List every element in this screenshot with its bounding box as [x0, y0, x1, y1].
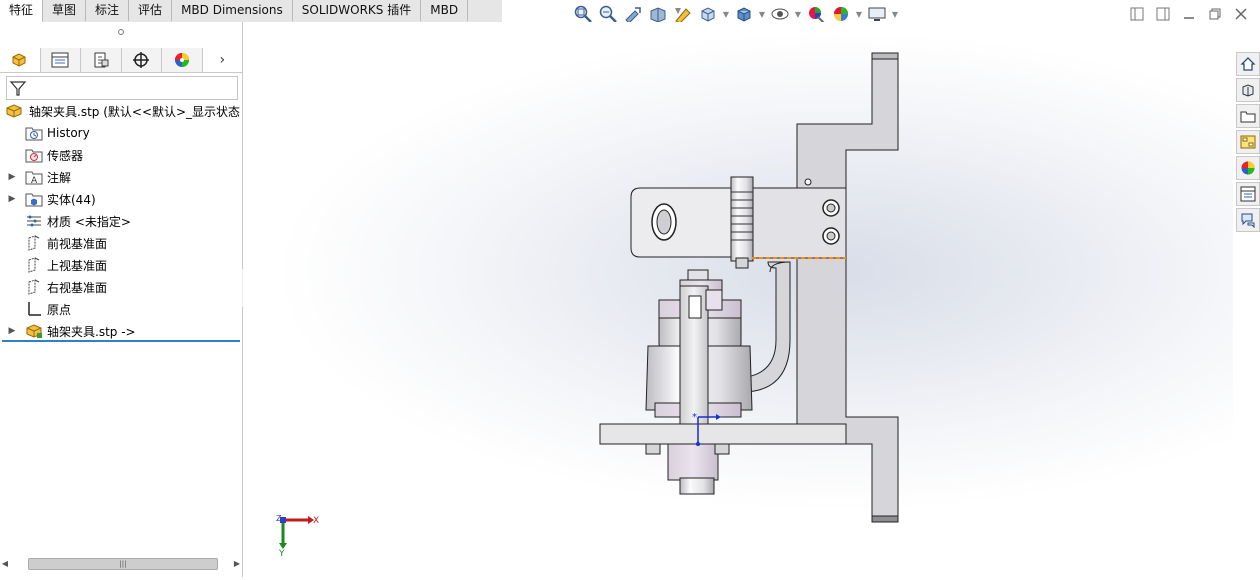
forum-icon[interactable]: [1236, 208, 1260, 232]
tree-item-label: 前视基准面: [47, 236, 108, 251]
origin-icon: [24, 300, 44, 318]
vertical-bracket: [796, 52, 899, 523]
task-pane-tabs: [1236, 52, 1260, 232]
tree-item-label: 材质 <未指定>: [47, 214, 131, 229]
bottom-nut: [667, 443, 719, 481]
tree-item-annotations[interactable]: ▶ A 注解: [0, 166, 242, 188]
filter-icon[interactable]: [9, 79, 27, 97]
imported-part-icon: [24, 322, 44, 340]
command-manager-tabs: 特征 草图 标注 评估 MBD Dimensions SOLIDWORKS 插件…: [0, 0, 502, 23]
appearances-icon[interactable]: [1236, 156, 1260, 180]
panel-tabs: ›: [0, 48, 242, 73]
part-icon: [4, 102, 24, 120]
tree-root-part[interactable]: 轴架夹具.stp (默认<<默认>_显示状态: [0, 100, 242, 122]
plane-icon: [24, 234, 44, 252]
expand-arrow-icon[interactable]: ▶: [6, 194, 18, 204]
panel-tabs-more-icon[interactable]: ›: [203, 48, 243, 72]
tree-root-label: 轴架夹具.stp (默认<<默认>_显示状态: [29, 104, 241, 119]
tree-item-history[interactable]: History: [0, 122, 242, 144]
scroll-thumb[interactable]: |||: [28, 558, 218, 570]
tree-item-imported-part[interactable]: ▶ 轴架夹具.stp ->: [0, 320, 242, 342]
svg-text:*: *: [692, 412, 697, 423]
file-explorer-icon[interactable]: [1236, 104, 1260, 128]
bracket-top-edge: [871, 52, 899, 60]
restore-icon[interactable]: [1206, 6, 1224, 22]
minimize-icon[interactable]: [1180, 6, 1198, 22]
home-icon[interactable]: [1236, 52, 1260, 76]
property-manager-icon[interactable]: [40, 48, 81, 72]
feature-tree: 轴架夹具.stp (默认<<默认>_显示状态 History 传感器 ▶ A 注…: [0, 100, 242, 342]
tree-item-solid-bodies[interactable]: ▶ 实体(44): [0, 188, 242, 210]
tab-features[interactable]: 特征: [0, 0, 44, 22]
feature-manager-panel: › 轴架夹具.stp (默认<<默认>_显示状态 History 传感器 ▶ A…: [0, 22, 243, 577]
tree-item-label: History: [47, 126, 90, 140]
tree-item-label: 上视基准面: [47, 258, 108, 273]
scroll-left-icon[interactable]: ◀: [0, 559, 10, 568]
triad-x-label: X: [313, 516, 319, 526]
arm-block: [749, 187, 847, 259]
triad-z-label: Z: [276, 514, 282, 523]
cylinder-top-cap: [687, 269, 709, 281]
tree-item-label: 注解: [47, 170, 72, 185]
svg-text:A: A: [31, 176, 38, 185]
tab-mbd[interactable]: MBD: [421, 0, 469, 21]
expand-arrow-icon[interactable]: ▶: [6, 172, 18, 182]
tab-mbd-dimensions[interactable]: MBD Dimensions: [172, 0, 293, 21]
custom-properties-icon[interactable]: [1236, 182, 1260, 206]
sensors-folder-icon: [24, 146, 44, 164]
horizontal-scrollbar[interactable]: ◀ ||| ▶: [0, 556, 242, 570]
feature-manager-icon[interactable]: [0, 48, 41, 72]
coordinate-triad: [279, 516, 314, 549]
close-icon[interactable]: [1232, 6, 1250, 22]
history-folder-icon: [24, 124, 44, 142]
plane-icon: [24, 256, 44, 274]
design-library-icon[interactable]: [1236, 78, 1260, 102]
pivot-pin: [730, 176, 754, 262]
tree-item-sensors[interactable]: 传感器: [0, 144, 242, 166]
scroll-right-icon[interactable]: ▶: [232, 559, 242, 568]
material-icon: [24, 212, 44, 230]
configuration-manager-icon[interactable]: [81, 48, 122, 72]
window-controls: [1128, 6, 1250, 22]
feature-tree-filter[interactable]: [6, 76, 238, 100]
tree-item-label: 原点: [47, 302, 72, 317]
tree-item-origin[interactable]: 原点: [0, 298, 242, 320]
bracket-pin: [804, 178, 812, 186]
tab-evaluate[interactable]: 评估: [129, 0, 173, 21]
expand-arrow-icon[interactable]: ▶: [6, 326, 18, 336]
tab-solidworks-addins[interactable]: SOLIDWORKS 插件: [293, 0, 422, 21]
plane-icon: [24, 278, 44, 296]
solid-bodies-folder-icon: [24, 190, 44, 208]
tile-right-icon[interactable]: [1154, 6, 1172, 22]
annotations-folder-icon: A: [24, 168, 44, 186]
bottom-nut-cap: [679, 477, 715, 495]
tree-item-top-plane[interactable]: 上视基准面: [0, 254, 242, 276]
rollback-bar[interactable]: [2, 340, 240, 342]
tree-item-front-plane[interactable]: 前视基准面: [0, 232, 242, 254]
tree-item-material[interactable]: 材质 <未指定>: [0, 210, 242, 232]
part-model-view: * X Y Z: [276, 52, 899, 559]
tree-item-label: 右视基准面: [47, 280, 108, 295]
tree-item-label: 传感器: [47, 148, 84, 163]
panel-grip[interactable]: [0, 22, 242, 42]
bracket-bottom-edge: [871, 515, 899, 523]
display-manager-icon[interactable]: [162, 48, 203, 72]
tile-left-icon[interactable]: [1128, 6, 1146, 22]
base-plate: [599, 423, 847, 445]
tree-item-label: 轴架夹具.stp ->: [47, 324, 136, 339]
tab-sketch[interactable]: 草图: [43, 0, 87, 21]
view-palette-icon[interactable]: [1236, 130, 1260, 154]
tab-markup[interactable]: 标注: [86, 0, 130, 21]
tree-item-label: 实体(44): [47, 192, 96, 207]
tree-item-right-plane[interactable]: 右视基准面: [0, 276, 242, 298]
graphics-area[interactable]: * X Y Z: [243, 22, 1233, 577]
triad-y-label: Y: [278, 549, 285, 559]
dimxpert-icon[interactable]: [121, 48, 162, 72]
